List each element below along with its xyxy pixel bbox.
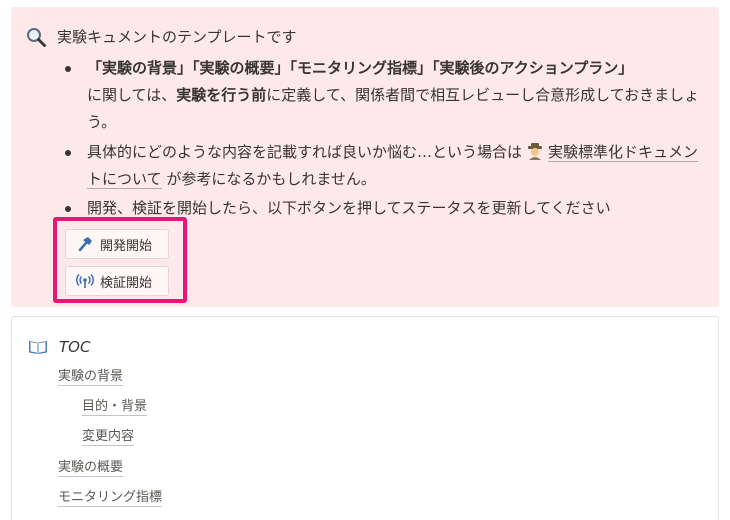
magnifier-icon [25,26,47,48]
template-callout: 実験キュメントのテンプレートです 「実験の背景」「実験の概要」「モニタリング指標… [11,7,719,307]
toc-title: TOC [59,338,91,356]
toc-header: TOC [27,336,90,358]
bullet-item-sections: 「実験の背景」「実験の概要」「モニタリング指標」「実験後のアクションプラン」 に… [61,55,701,133]
toc-link-background[interactable]: 実験の背景 [58,368,124,386]
detective-icon [526,142,544,160]
start-verification-button[interactable]: 検証開始 [65,266,169,296]
bullet-text: 具体的にどのような内容を記載すれば良いか悩む…という場合は [87,143,523,161]
bullet-bold-before: 実験を行う前 [176,86,267,104]
bullet-item-reference: 具体的にどのような内容を記載すれば良いか悩む…という場合は 実験標準化ドキュメン… [61,139,701,191]
toc-link-monitoring[interactable]: モニタリング指標 [58,489,163,507]
bullet-text: が参考になるかもしれません。 [161,170,376,188]
toc-link-overview[interactable]: 実験の概要 [58,459,124,477]
toc-link-changes[interactable]: 変更内容 [82,428,135,446]
start-verification-label: 検証開始 [100,275,153,291]
callout-title: 実験キュメントのテンプレートです [57,28,297,46]
open-book-icon [27,336,49,358]
hammer-icon [76,235,94,253]
start-development-button[interactable]: 開発開始 [65,229,169,259]
callout-bullet-list: 「実験の背景」「実験の概要」「モニタリング指標」「実験後のアクションプラン」 に… [61,55,701,222]
toc-link-purpose[interactable]: 目的・背景 [82,398,148,416]
bullet-bold-sections: 「実験の背景」「実験の概要」「モニタリング指標」「実験後のアクションプラン」 [87,59,634,77]
callout-header: 実験キュメントのテンプレートです [25,26,297,48]
toc-panel: TOC 実験の背景 目的・背景 変更内容 実験の概要 モニタリング指標 [11,316,719,520]
start-development-label: 開発開始 [100,238,153,254]
bullet-text: に関しては、 [87,86,177,104]
broadcast-icon [76,272,94,290]
